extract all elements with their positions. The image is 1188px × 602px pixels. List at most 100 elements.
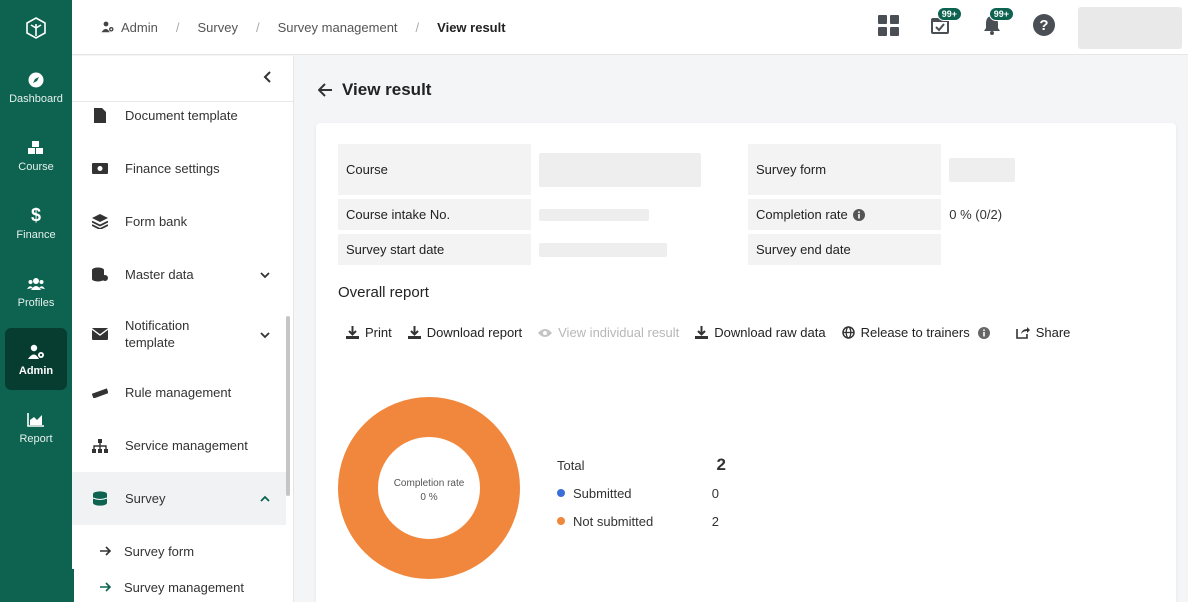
eye-icon [538, 328, 553, 338]
file-icon [92, 108, 108, 124]
rail-item-report[interactable]: Report [5, 396, 67, 458]
rail-item-label: Profiles [17, 296, 55, 309]
breadcrumb: Admin / Survey / Survey management / Vie… [72, 20, 506, 35]
left-rail: Dashboard Course $ Finance Profiles Admi… [0, 0, 72, 602]
survey-start-date-label: Survey start date [338, 234, 532, 265]
sidebar-item-finance-settings[interactable]: Finance settings [72, 142, 286, 195]
sidebar-item-survey[interactable]: Survey [72, 472, 286, 525]
donut-center-label: Completion rate [394, 478, 465, 489]
sitemap-icon [92, 438, 108, 454]
page-title: View result [342, 80, 432, 99]
result-card: Course Survey form Course intake No. Com… [316, 123, 1176, 602]
sidebar-item-document-template[interactable]: Document template [72, 89, 286, 142]
sidebar-subitem-survey-form[interactable]: Survey form [72, 533, 286, 569]
completion-donut-chart: Completion rate 0 % [338, 397, 520, 579]
chevron-down-icon [260, 328, 270, 345]
sidebar-item-label: Form bank [125, 214, 188, 229]
info-icon[interactable] [852, 208, 865, 221]
rail-item-profiles[interactable]: Profiles [5, 260, 67, 322]
ruler-icon [92, 385, 108, 401]
apps-grid-button[interactable] [862, 0, 914, 55]
users-icon [27, 274, 45, 294]
tasks-badge: 99+ [936, 7, 962, 21]
info-row: Survey start date Survey end date [338, 234, 1158, 265]
app-logo-icon[interactable] [0, 0, 72, 56]
info-icon[interactable] [977, 326, 990, 339]
breadcrumb-separator: / [175, 19, 180, 35]
share-button[interactable]: Share [1015, 325, 1070, 340]
survey-info-grid: Course Survey form Course intake No. Com… [338, 144, 1158, 269]
course-intake-value [531, 199, 748, 230]
breadcrumb-survey-management[interactable]: Survey management [278, 20, 398, 35]
breadcrumb-separator: / [415, 19, 420, 35]
rail-item-dashboard[interactable]: Dashboard [5, 56, 67, 118]
sidebar-item-master-data[interactable]: Master data [72, 248, 286, 301]
sidebar-list: Document template Finance settings Form … [72, 89, 293, 602]
breadcrumb-separator: / [255, 19, 260, 35]
help-button[interactable]: ? [1018, 0, 1070, 55]
notifications-button[interactable]: 99+ [966, 0, 1018, 55]
sidebar-item-form-bank[interactable]: Form bank [72, 195, 286, 248]
release-to-trainers-button[interactable]: Release to trainers [841, 325, 990, 340]
breadcrumb-current: View result [437, 19, 506, 35]
course-intake-label: Course intake No. [338, 199, 532, 230]
rail-item-label: Dashboard [9, 92, 63, 105]
completion-rate-label-text: Completion rate [756, 207, 848, 222]
download-icon [407, 326, 421, 339]
sidebar-subitem-label: Survey management [124, 579, 244, 595]
info-row: Course intake No. Completion rate 0 % (0… [338, 199, 1158, 230]
rail-item-admin[interactable]: Admin [5, 328, 67, 390]
tasks-button[interactable]: 99+ [914, 0, 966, 55]
legend-dot-not-submitted [557, 517, 565, 525]
rail-item-finance[interactable]: $ Finance [5, 192, 67, 254]
info-row: Course Survey form [338, 144, 1158, 195]
view-individual-result-button[interactable]: View individual result [538, 325, 679, 340]
rail-item-course[interactable]: Course [5, 124, 67, 186]
svg-text:?: ? [1039, 17, 1048, 34]
chevron-up-icon [260, 493, 270, 508]
layers-icon [92, 214, 108, 230]
legend-total-row: Total 2 [557, 451, 727, 479]
database-icon [92, 267, 108, 283]
collapse-sidebar-chevron-left-icon[interactable] [263, 70, 271, 88]
compass-icon [28, 70, 44, 90]
sidebar-item-label: Finance settings [125, 161, 220, 176]
sidebar-scrollbar[interactable] [286, 106, 291, 596]
rail-item-label: Finance [16, 228, 56, 241]
grid-icon [877, 14, 899, 41]
download-report-button[interactable]: Download report [407, 325, 522, 340]
scrollbar-thumb[interactable] [286, 316, 290, 496]
sidebar-item-rule-management[interactable]: Rule management [72, 366, 286, 419]
coins-icon [92, 491, 108, 507]
rail-item-label: Report [19, 432, 53, 445]
dollar-icon: $ [30, 205, 41, 225]
sidebar-item-notification-template[interactable]: Notification template [72, 301, 286, 366]
page-header: View result [318, 80, 431, 100]
completion-rate-value: 0 % (0/2) [949, 207, 1003, 222]
survey-form-label: Survey form [748, 144, 942, 195]
legend-label: Not submitted [573, 513, 654, 529]
rail-item-label: Admin [18, 364, 54, 377]
chevron-down-icon [260, 269, 270, 284]
sidebar-item-label: Master data [125, 267, 194, 282]
download-raw-data-button[interactable]: Download raw data [695, 325, 826, 340]
legend-label: Submitted [573, 485, 632, 501]
sidebar-subitem-survey-management[interactable]: Survey management [72, 569, 286, 602]
release-to-trainers-label: Release to trainers [860, 325, 970, 340]
arrow-right-icon [100, 544, 112, 559]
arrow-right-icon [100, 580, 112, 595]
user-gear-icon [27, 342, 45, 362]
redacted-value [539, 208, 650, 221]
breadcrumb-survey[interactable]: Survey [197, 20, 237, 35]
top-bar: Admin / Survey / Survey management / Vie… [72, 0, 1188, 55]
user-gear-icon [100, 21, 115, 33]
survey-form-value [941, 144, 1158, 195]
back-arrow-icon[interactable] [318, 83, 333, 97]
sidebar-item-service-management[interactable]: Service management [72, 419, 286, 472]
print-button[interactable]: Print [346, 325, 392, 340]
breadcrumb-admin[interactable]: Admin [121, 20, 158, 35]
sidebar-item-label: Rule management [125, 385, 232, 400]
course-label: Course [338, 144, 532, 195]
user-profile-avatar[interactable] [1078, 6, 1182, 49]
sidebar-item-label: Survey [125, 491, 166, 506]
